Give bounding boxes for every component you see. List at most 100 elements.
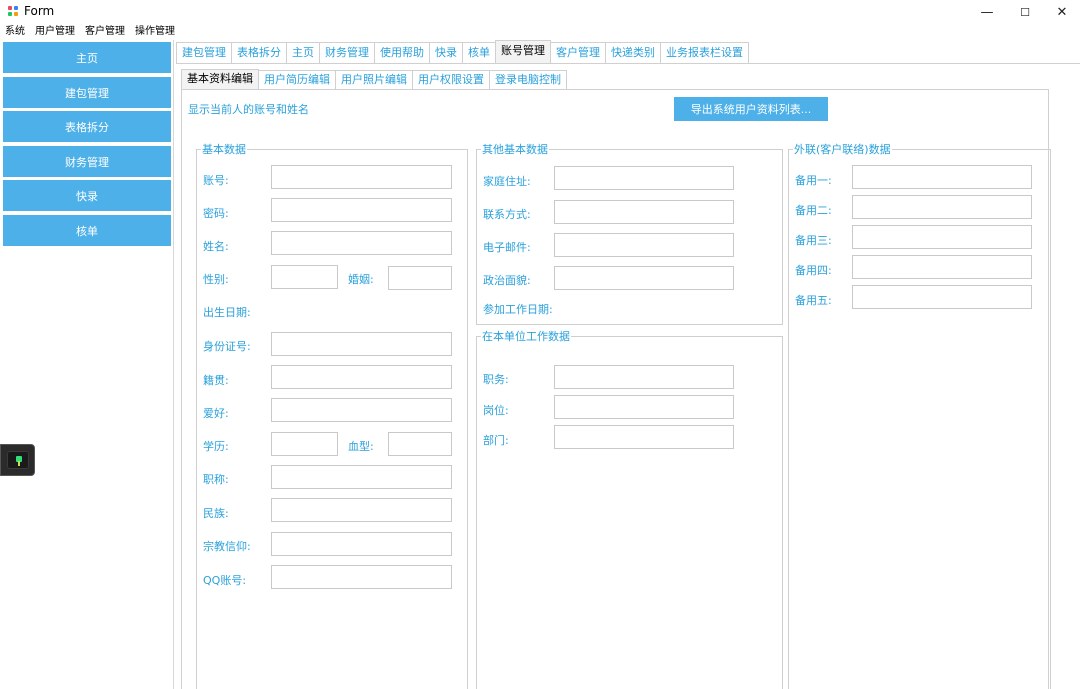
- spare3-field[interactable]: [852, 225, 1032, 249]
- tab-customer-management[interactable]: 客户管理: [550, 42, 606, 63]
- spare4-field[interactable]: [852, 255, 1032, 279]
- spare5-field[interactable]: [852, 285, 1032, 309]
- tab-package[interactable]: 建包管理: [176, 42, 232, 63]
- tab-account-management[interactable]: 账号管理: [495, 40, 551, 63]
- name-field[interactable]: [271, 231, 452, 255]
- ethnicity-label: 民族:: [203, 507, 229, 520]
- work-data-group: 在本单位工作数据 职务: 岗位: 部门:: [476, 330, 783, 689]
- tab-quick-entry[interactable]: 快录: [429, 42, 463, 63]
- sidebar: 主页 建包管理 表格拆分 财务管理 快录 核单: [0, 40, 174, 689]
- other-data-title: 其他基本数据: [481, 143, 549, 156]
- main-area: 建包管理 表格拆分 主页 财务管理 使用帮助 快录 核单 账号管理 客户管理 快…: [176, 40, 1080, 689]
- password-label: 密码:: [203, 207, 229, 220]
- tab-permissions[interactable]: 用户权限设置: [412, 70, 490, 89]
- email-label: 电子邮件:: [483, 241, 531, 254]
- native-place-field[interactable]: [271, 365, 452, 389]
- account-label: 账号:: [203, 174, 229, 187]
- department-field[interactable]: [554, 425, 734, 449]
- tab-home[interactable]: 主页: [286, 42, 320, 63]
- address-label: 家庭住址:: [483, 175, 531, 188]
- sidebar-item-table-split[interactable]: 表格拆分: [3, 111, 171, 142]
- basic-data-group: 基本数据 账号: 密码: 姓名: 性别: 婚姻: 出生日期: 身份证号: 籍贯:…: [196, 143, 468, 689]
- spare2-field[interactable]: [852, 195, 1032, 219]
- app-icon: [8, 6, 19, 17]
- ethnicity-field[interactable]: [271, 498, 452, 522]
- spare4-label: 备用四:: [795, 264, 832, 277]
- password-field[interactable]: [271, 198, 452, 222]
- marriage-field[interactable]: [388, 266, 452, 290]
- gender-label: 性别:: [203, 273, 229, 286]
- sidebar-item-quick-entry[interactable]: 快录: [3, 180, 171, 211]
- political-label: 政治面貌:: [483, 274, 531, 287]
- job-title-label: 职称:: [203, 473, 229, 486]
- qq-label: QQ账号:: [203, 574, 247, 587]
- hobby-label: 爱好:: [203, 407, 229, 420]
- export-user-list-button[interactable]: 导出系统用户资料列表...: [674, 97, 828, 121]
- position-field[interactable]: [554, 365, 734, 389]
- menu-user-management[interactable]: 用户管理: [35, 24, 75, 40]
- qq-field[interactable]: [271, 565, 452, 589]
- education-label: 学历:: [203, 440, 229, 453]
- spare5-label: 备用五:: [795, 294, 832, 307]
- sidebar-item-home[interactable]: 主页: [3, 42, 171, 73]
- top-tab-bar: 建包管理 表格拆分 主页 财务管理 使用帮助 快录 核单 账号管理 客户管理 快…: [176, 40, 749, 63]
- title-bar: Form — ☐ ✕: [0, 0, 1080, 24]
- education-field[interactable]: [271, 432, 338, 456]
- hobby-field[interactable]: [271, 398, 452, 422]
- spare1-field[interactable]: [852, 165, 1032, 189]
- basic-data-title: 基本数据: [201, 143, 247, 156]
- tab-verify[interactable]: 核单: [462, 42, 496, 63]
- work-data-title: 在本单位工作数据: [481, 330, 571, 343]
- sidebar-item-package[interactable]: 建包管理: [3, 77, 171, 108]
- tab-photo[interactable]: 用户照片编辑: [335, 70, 413, 89]
- religion-label: 宗教信仰:: [203, 540, 251, 553]
- tab-finance[interactable]: 财务管理: [319, 42, 375, 63]
- spare2-label: 备用二:: [795, 204, 832, 217]
- tab-help[interactable]: 使用帮助: [374, 42, 430, 63]
- job-title-field[interactable]: [271, 465, 452, 489]
- sidebar-item-finance[interactable]: 财务管理: [3, 146, 171, 177]
- tab-login-control[interactable]: 登录电脑控制: [489, 70, 567, 89]
- window-title: Form: [24, 4, 55, 18]
- position-label: 职务:: [483, 373, 509, 386]
- post-field[interactable]: [554, 395, 734, 419]
- menu-system[interactable]: 系统: [5, 24, 25, 40]
- address-field[interactable]: [554, 166, 734, 190]
- floating-widget-icon[interactable]: [0, 444, 35, 476]
- political-field[interactable]: [554, 266, 734, 290]
- id-number-field[interactable]: [271, 332, 452, 356]
- basic-info-panel: 显示当前人的账号和姓名 导出系统用户资料列表... 基本数据 账号: 密码: 姓…: [181, 89, 1051, 689]
- tab-resume[interactable]: 用户简历编辑: [258, 70, 336, 89]
- menu-customer-management[interactable]: 客户管理: [85, 24, 125, 40]
- contact-field[interactable]: [554, 200, 734, 224]
- account-management-panel: 基本资料编辑 用户简历编辑 用户照片编辑 用户权限设置 登录电脑控制 显示当前人…: [176, 63, 1080, 689]
- religion-field[interactable]: [271, 532, 452, 556]
- spare3-label: 备用三:: [795, 234, 832, 247]
- close-button[interactable]: ✕: [1039, 0, 1080, 24]
- department-label: 部门:: [483, 434, 509, 447]
- sub-tab-bar: 基本资料编辑 用户简历编辑 用户照片编辑 用户权限设置 登录电脑控制: [181, 69, 567, 89]
- email-field[interactable]: [554, 233, 734, 257]
- menu-bar: 系统 用户管理 客户管理 操作管理: [0, 24, 1080, 40]
- external-data-title: 外联(客户联络)数据: [793, 143, 892, 156]
- birth-date-label: 出生日期:: [203, 306, 251, 319]
- tab-report-settings[interactable]: 业务报表栏设置: [660, 42, 749, 63]
- spare1-label: 备用一:: [795, 174, 832, 187]
- tab-courier-types[interactable]: 快递类别: [605, 42, 661, 63]
- gender-field[interactable]: [271, 265, 338, 289]
- name-label: 姓名:: [203, 240, 229, 253]
- blood-type-label: 血型:: [348, 440, 374, 453]
- external-data-group: 外联(客户联络)数据 备用一: 备用二: 备用三: 备用四: 备用五:: [788, 143, 1051, 689]
- post-label: 岗位:: [483, 404, 509, 417]
- work-start-label: 参加工作日期:: [483, 303, 553, 316]
- other-data-group: 其他基本数据 家庭住址: 联系方式: 电子邮件: 政治面貌: 参加工作日期:: [476, 143, 783, 325]
- contact-label: 联系方式:: [483, 208, 531, 221]
- tab-table-split[interactable]: 表格拆分: [231, 42, 287, 63]
- sidebar-item-verify[interactable]: 核单: [3, 215, 171, 246]
- id-number-label: 身份证号:: [203, 340, 251, 353]
- menu-operation-management[interactable]: 操作管理: [135, 24, 175, 40]
- marriage-label: 婚姻:: [348, 273, 374, 286]
- account-field[interactable]: [271, 165, 452, 189]
- tab-basic-info[interactable]: 基本资料编辑: [181, 69, 259, 89]
- blood-type-field[interactable]: [388, 432, 452, 456]
